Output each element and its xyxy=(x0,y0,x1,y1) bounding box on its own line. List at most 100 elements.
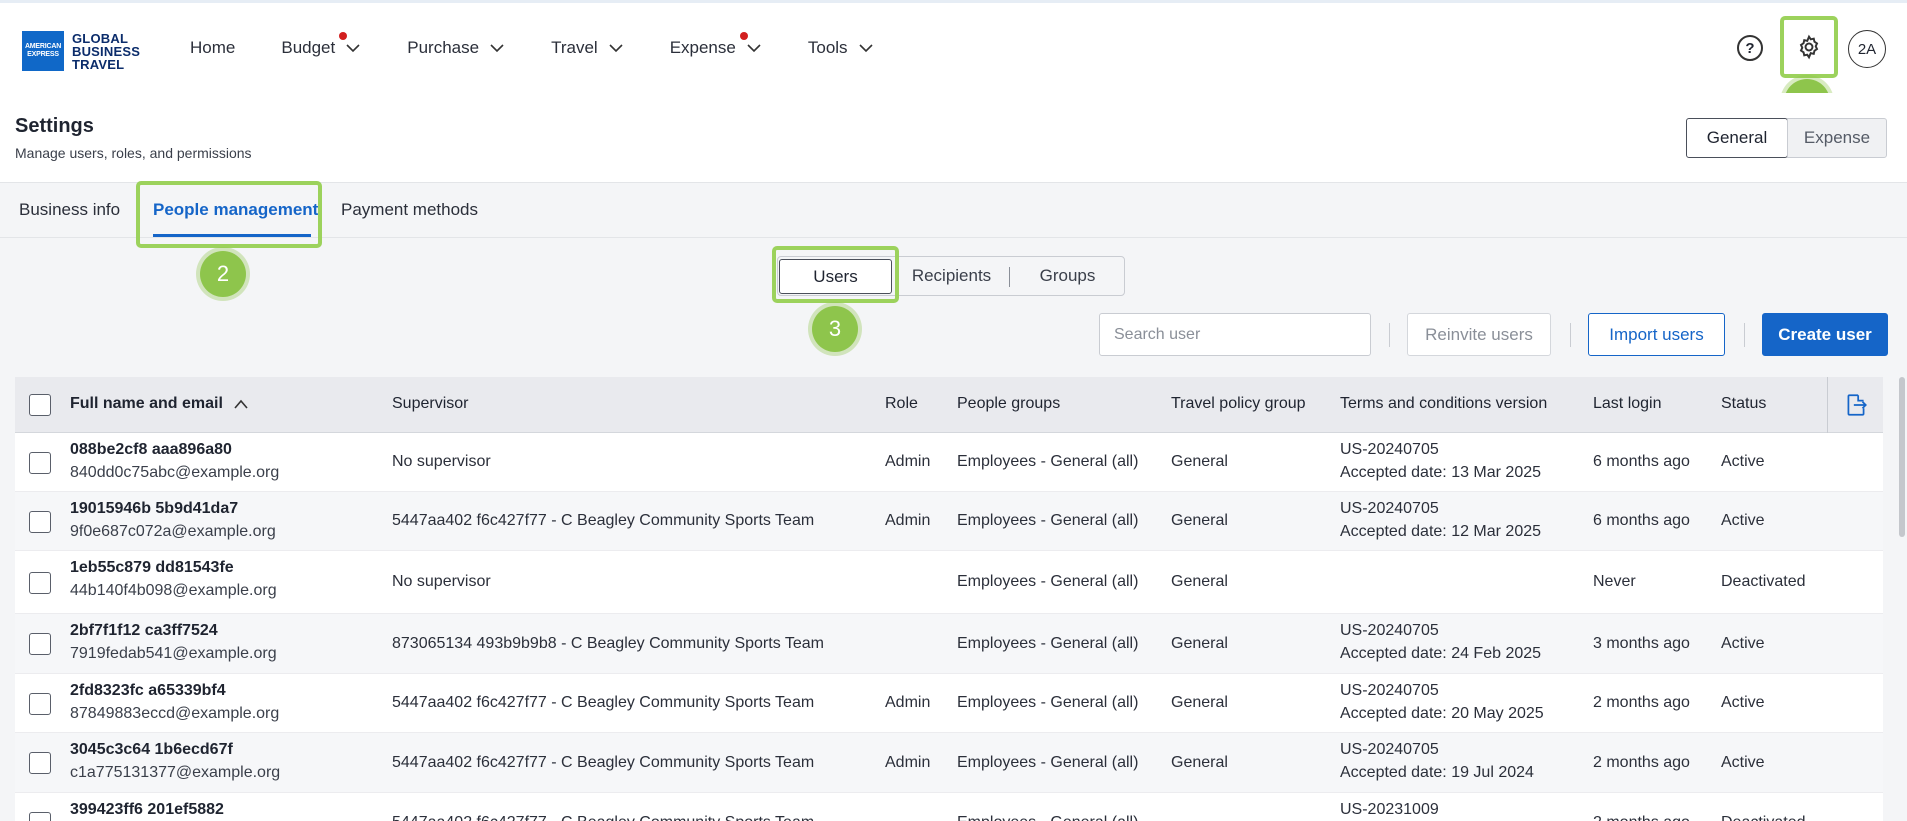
supervisor-cell: 5447aa402 f6c427f77 - C Beagley Communit… xyxy=(392,814,814,821)
amex-gbt-logo[interactable]: AMERICAN EXPRESS GLOBAL BUSINESS TRAVEL xyxy=(22,31,140,71)
last-login-cell: Never xyxy=(1593,573,1636,590)
mode-general-button[interactable]: General xyxy=(1686,118,1788,158)
table-row[interactable]: 399423ff6 201ef5882 5447aa402 f6c427f77 -… xyxy=(15,793,1883,821)
supervisor-cell: No supervisor xyxy=(392,573,491,590)
user-name[interactable]: 088be2cf8 aaa896a80 xyxy=(70,441,232,459)
last-login-cell: 6 months ago xyxy=(1593,453,1690,470)
toolbar-divider xyxy=(1570,323,1571,347)
user-name[interactable]: 3045c3c64 1b6ecd67f xyxy=(70,741,233,759)
accepted-date-cell: Accepted date: 12 Mar 2025 xyxy=(1340,523,1542,540)
nav-item-purchase[interactable]: Purchase xyxy=(407,38,505,58)
status-cell: Active xyxy=(1721,753,1765,771)
travel-policy-cell: General xyxy=(1171,512,1228,529)
logo-text: GLOBAL BUSINESS TRAVEL xyxy=(72,32,140,71)
page-subtitle: Manage users, roles, and permissions xyxy=(15,145,252,161)
gear-icon xyxy=(1799,34,1819,60)
main-nav: Home Budget Purchase Travel Expense Tools xyxy=(190,3,920,93)
user-email: c1a775131377@example.org xyxy=(70,764,281,781)
logo-line2: BUSINESS xyxy=(72,43,141,59)
last-login-cell: 3 months ago xyxy=(1593,634,1690,652)
user-name[interactable]: 19015946b 5b9d41da7 xyxy=(70,500,238,518)
travel-policy-cell: General xyxy=(1171,634,1228,652)
header-status[interactable]: Status xyxy=(1721,395,1766,413)
people-groups-cell: Employees - General (all) xyxy=(957,634,1139,652)
import-users-button[interactable]: Import users xyxy=(1588,313,1725,356)
subtab-recipients[interactable]: Recipients xyxy=(894,257,1009,295)
role-cell: Admin xyxy=(885,694,931,711)
user-name[interactable]: 1eb55c879 dd81543fe xyxy=(70,559,234,577)
subtab-groups[interactable]: Groups xyxy=(1010,257,1125,295)
supervisor-cell: 5447aa402 f6c427f77 - C Beagley Communit… xyxy=(392,512,815,529)
help-icon[interactable]: ? xyxy=(1737,35,1763,61)
status-cell: Active xyxy=(1721,634,1765,652)
search-user-input[interactable] xyxy=(1099,313,1371,356)
export-button[interactable] xyxy=(1827,377,1883,433)
supervisor-cell: 5447aa402 f6c427f77 - C Beagley Communit… xyxy=(392,753,815,771)
chevron-down-icon xyxy=(858,44,873,53)
sort-ascending-icon xyxy=(234,399,248,409)
table-row[interactable]: 19015946b 5b9d41da7 9f0e687c072a@example.… xyxy=(15,492,1883,551)
avatar[interactable]: 2A xyxy=(1848,30,1886,68)
supervisor-cell: 5447aa402 f6c427f77 - C Beagley Communit… xyxy=(392,694,815,711)
header-name[interactable]: Full name and email xyxy=(70,395,249,413)
header-terms[interactable]: Terms and conditions version xyxy=(1340,395,1547,413)
terms-version-cell: US-20240705 xyxy=(1340,741,1439,758)
tab-business-info[interactable]: Business info xyxy=(19,200,120,220)
tab-payment-methods[interactable]: Payment methods xyxy=(341,200,478,220)
travel-policy-cell: General xyxy=(1171,573,1228,590)
table-row[interactable]: 1eb55c879 dd81543fe 44b140f4b098@example.… xyxy=(15,551,1883,614)
nav-item-home[interactable]: Home xyxy=(190,38,235,58)
reinvite-users-button[interactable]: Reinvite users xyxy=(1407,313,1551,356)
status-cell: Active xyxy=(1721,694,1765,711)
nav-item-travel[interactable]: Travel xyxy=(551,38,624,58)
toolbar-divider xyxy=(1389,323,1390,347)
settings-header: Settings Manage users, roles, and permis… xyxy=(0,93,1907,183)
user-name[interactable]: 2bf7f1f12 ca3ff7524 xyxy=(70,622,218,640)
select-all-checkbox[interactable] xyxy=(29,394,51,416)
nav-item-expense[interactable]: Expense xyxy=(669,32,762,58)
settings-gear-highlight[interactable] xyxy=(1780,16,1838,78)
people-groups-cell: Employees - General (all) xyxy=(957,753,1139,771)
row-checkbox[interactable] xyxy=(29,812,51,821)
row-checkbox[interactable] xyxy=(29,571,51,594)
terms-version-cell: US-20240705 xyxy=(1340,441,1439,458)
app-header: AMERICAN EXPRESS GLOBAL BUSINESS TRAVEL … xyxy=(0,3,1907,93)
status-cell: Active xyxy=(1721,512,1765,529)
create-user-button[interactable]: Create user xyxy=(1762,313,1888,356)
nav-item-label: Purchase xyxy=(407,38,480,57)
notification-dot xyxy=(739,32,748,40)
header-last-login[interactable]: Last login xyxy=(1593,395,1662,413)
user-name[interactable]: 2fd8323fc a65339bf4 xyxy=(70,682,226,700)
people-groups-cell: Employees - General (all) xyxy=(957,453,1139,470)
nav-item-label: Expense xyxy=(669,38,736,57)
terms-version-cell: US-20240705 xyxy=(1340,500,1439,517)
people-groups-cell: Employees - General (all) xyxy=(957,694,1139,711)
header-supervisor[interactable]: Supervisor xyxy=(392,395,468,413)
vertical-scrollbar[interactable] xyxy=(1899,377,1905,537)
row-checkbox[interactable] xyxy=(29,692,51,715)
travel-policy-cell: General xyxy=(1171,753,1228,771)
user-email: 9f0e687c072a@example.org xyxy=(70,523,276,540)
row-checkbox[interactable] xyxy=(29,510,51,533)
table-header: Full name and email Supervisor Role Peop… xyxy=(15,377,1883,433)
mode-expense-button[interactable]: Expense xyxy=(1787,118,1887,158)
table-row[interactable]: 2bf7f1f12 ca3ff7524 7919fedab541@example.… xyxy=(15,614,1883,674)
row-checkbox[interactable] xyxy=(29,752,51,774)
supervisor-cell: No supervisor xyxy=(392,453,491,470)
table-row[interactable]: 3045c3c64 1b6ecd67f c1a775131377@example.… xyxy=(15,733,1883,793)
role-cell: Admin xyxy=(885,753,931,771)
nav-item-tools[interactable]: Tools xyxy=(808,38,874,58)
chevron-down-icon xyxy=(609,44,623,53)
nav-item-label: Budget xyxy=(281,38,336,57)
user-email: 87849883eccd@example.org xyxy=(70,705,280,722)
table-row[interactable]: 2fd8323fc a65339bf4 87849883eccd@example.… xyxy=(15,674,1883,733)
user-email: 44b140f4b098@example.org xyxy=(70,582,277,599)
table-row[interactable]: 088be2cf8 aaa896a80 840dd0c75abc@example.… xyxy=(15,433,1883,492)
header-people-groups[interactable]: People groups xyxy=(957,395,1060,413)
row-checkbox[interactable] xyxy=(29,451,51,474)
user-name[interactable]: 399423ff6 201ef5882 xyxy=(70,801,224,819)
nav-item-budget[interactable]: Budget xyxy=(281,32,361,58)
header-role[interactable]: Role xyxy=(885,395,918,413)
row-checkbox[interactable] xyxy=(29,633,51,655)
header-travel-policy[interactable]: Travel policy group xyxy=(1171,395,1306,413)
